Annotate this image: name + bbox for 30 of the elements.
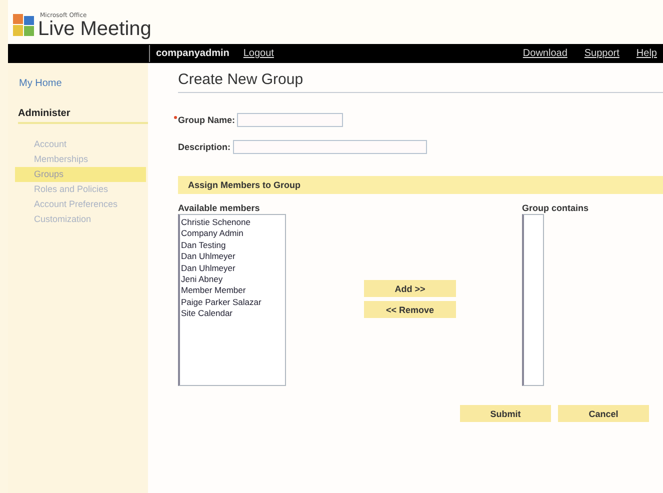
home-link[interactable]: My Home: [19, 78, 148, 89]
nav-link[interactable]: Help: [636, 48, 657, 59]
section-band: Assign Members to Group: [178, 176, 663, 194]
move-button[interactable]: << Remove: [364, 301, 456, 318]
field-label: Description:: [178, 142, 231, 152]
move-button[interactable]: Add >>: [364, 280, 456, 297]
form-button[interactable]: Submit: [460, 405, 551, 422]
group-members-list[interactable]: [522, 214, 544, 386]
list-option[interactable]: Dan Uhlmeyer: [181, 262, 284, 274]
list-option[interactable]: Site Calendar: [181, 308, 284, 320]
office-logo-icon: [12, 12, 36, 38]
input-field[interactable]: [232, 140, 427, 154]
list-option[interactable]: Jeni Abney: [181, 274, 284, 286]
list-option[interactable]: Paige Parker Salazar: [181, 296, 284, 308]
column-heading: Available members: [178, 203, 261, 213]
logout-link[interactable]: Logout: [243, 48, 274, 59]
list-option[interactable]: Member Member: [181, 285, 284, 297]
nav-link[interactable]: Support: [584, 48, 620, 59]
user-name: companyadmin: [156, 48, 230, 59]
list-option[interactable]: Dan Uhlmeyer: [181, 251, 284, 263]
nav-link[interactable]: Download: [522, 48, 568, 59]
form-button[interactable]: Cancel: [558, 405, 649, 422]
list-option[interactable]: Dan Testing: [181, 240, 284, 252]
list-option[interactable]: Christie Schenone: [181, 217, 284, 228]
page-title: Create New Group: [178, 71, 663, 93]
available-members-list[interactable]: Christie Schenone Company Admin Dan Testing Dan Uhlmeyer Dan Uhlmeyer Jeni Abney Member Member Paige Parker Salazar Site Calendar: [178, 214, 286, 386]
list-option[interactable]: Company Admin: [181, 228, 284, 240]
column-heading: Group contains: [522, 203, 589, 213]
product-name: Live Meeting: [38, 19, 152, 39]
input-field[interactable]: [237, 113, 344, 127]
